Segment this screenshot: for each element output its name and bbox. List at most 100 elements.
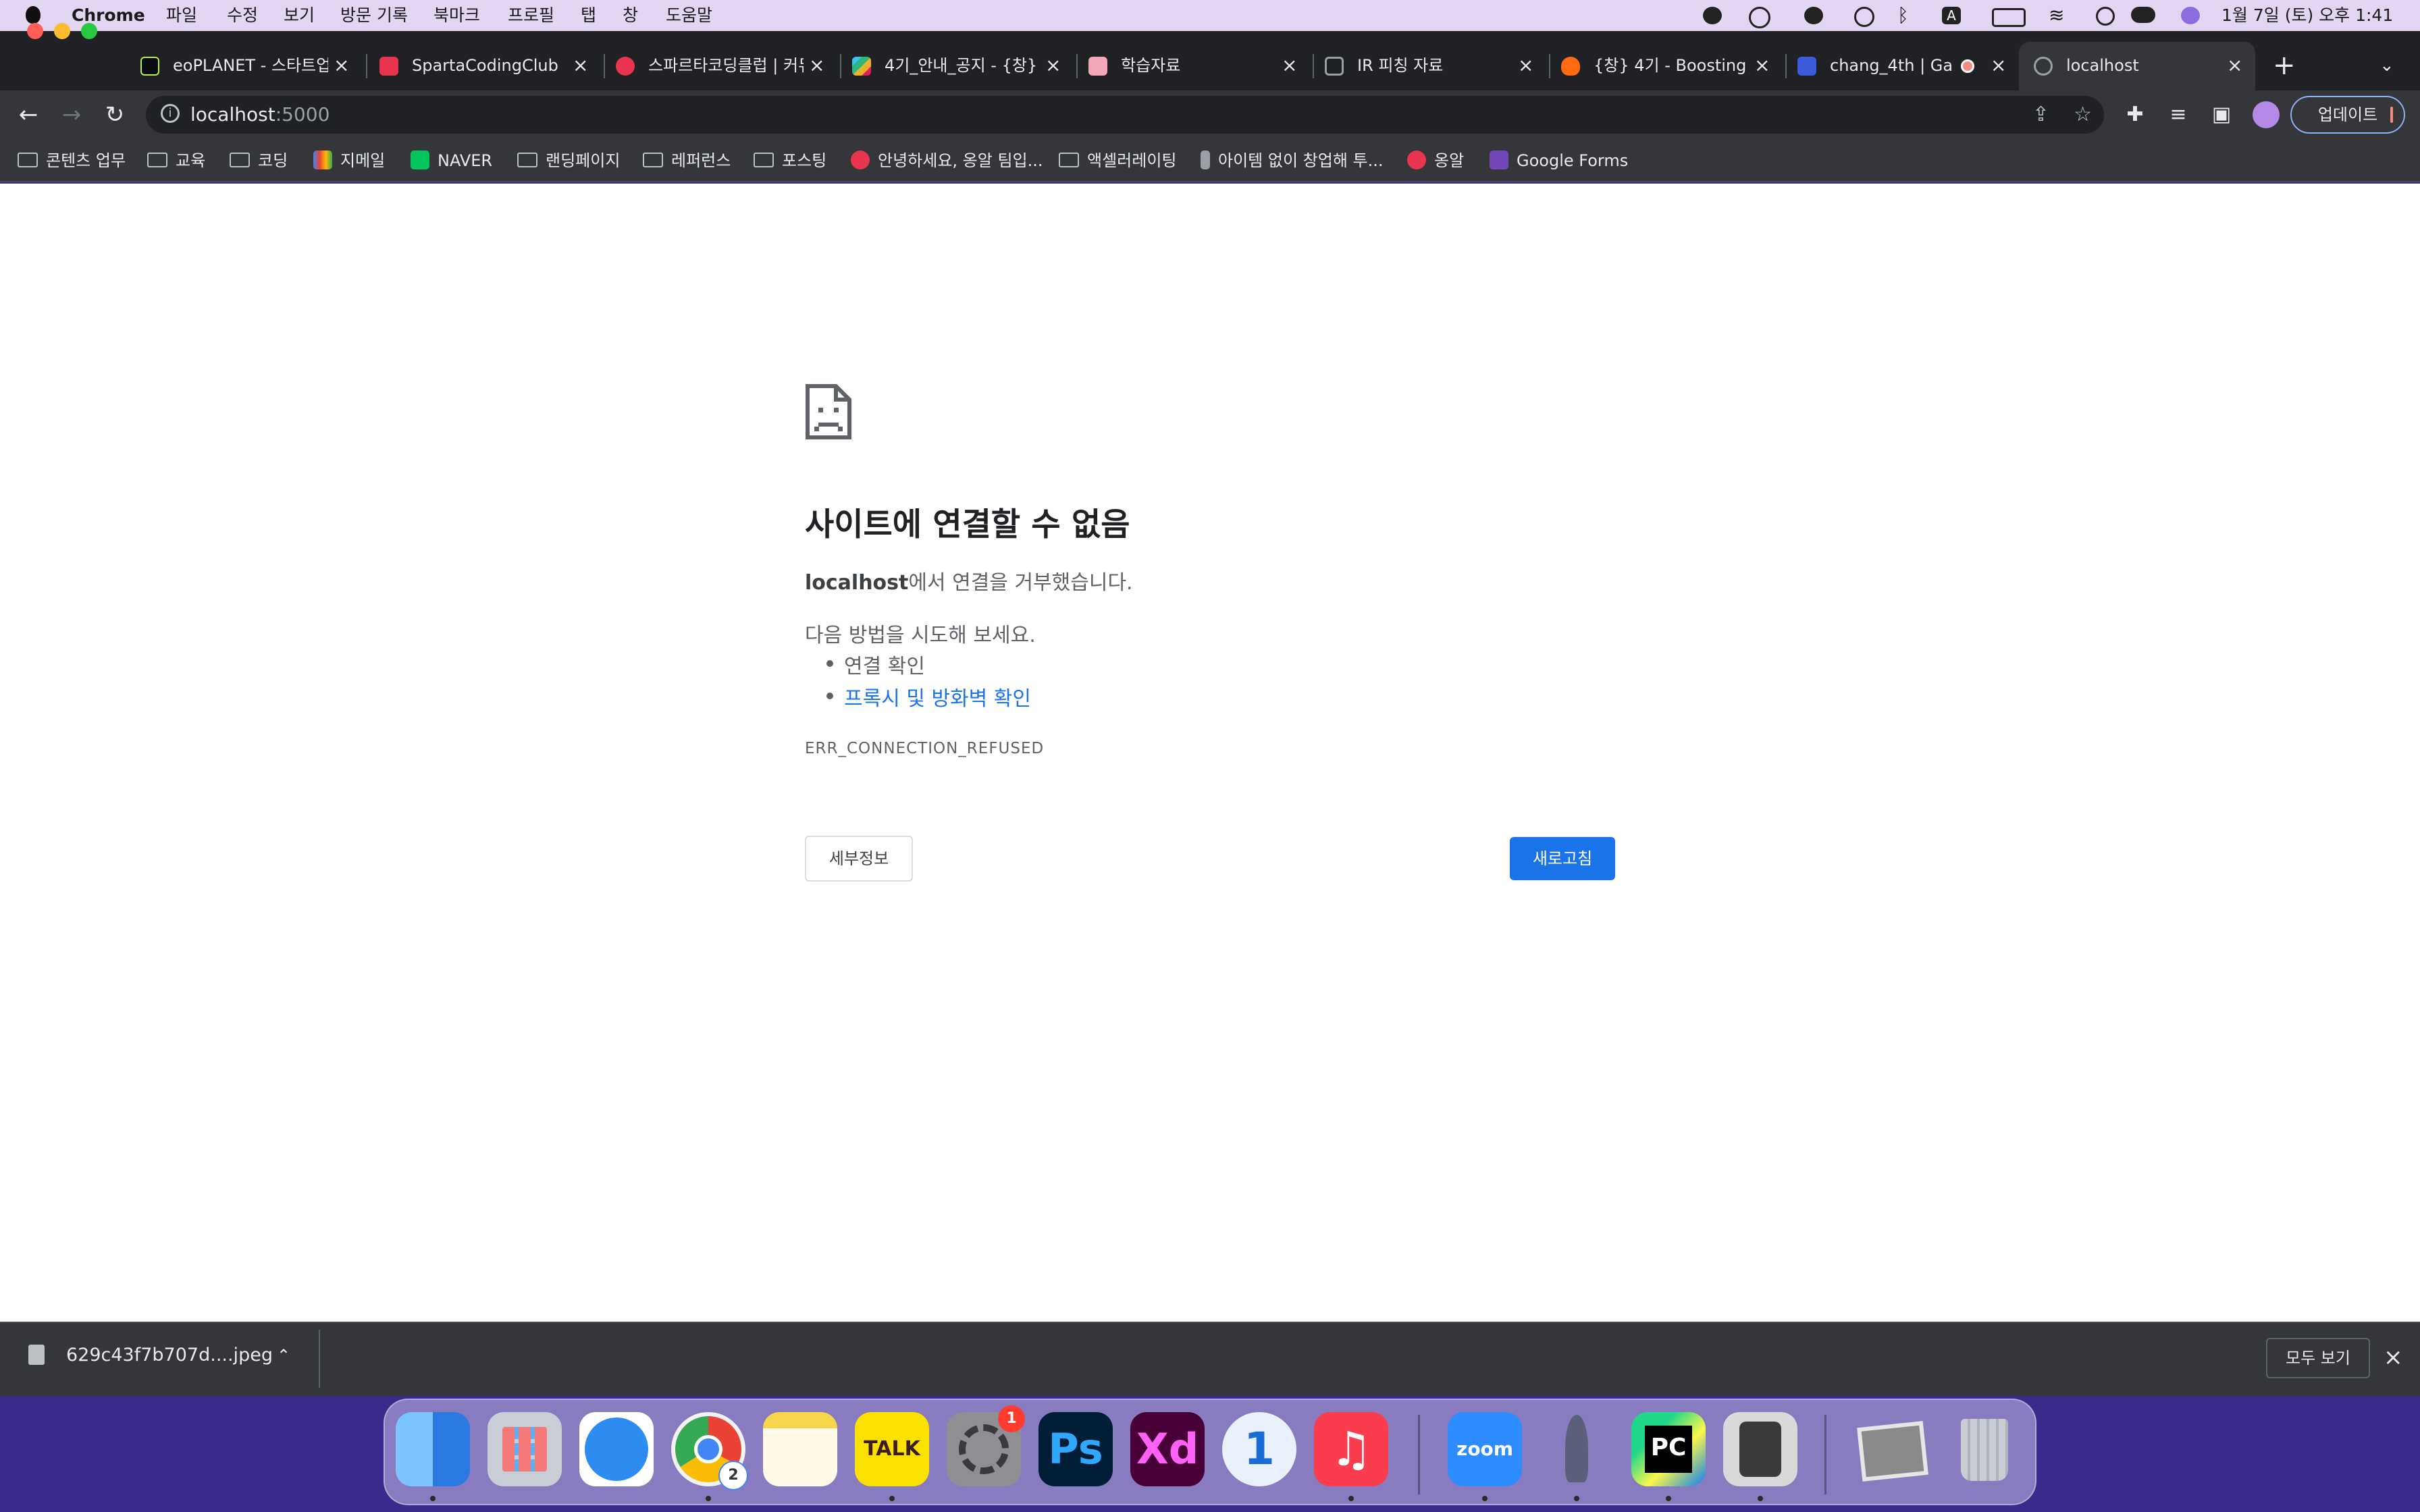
- menu-edit[interactable]: 수정: [227, 0, 258, 31]
- tab-boosting[interactable]: {창} 4기 - Boosting c ×: [1561, 49, 1777, 82]
- menu-clock[interactable]: 1월 7일 (토) 오후 1:41: [2221, 0, 2393, 31]
- bookmark-naver[interactable]: NAVER: [411, 139, 492, 182]
- reload-icon[interactable]: ↻: [96, 90, 134, 139]
- dock-zoom-icon[interactable]: zoom: [1448, 1412, 1522, 1486]
- suggestions-heading: 다음 방법을 시도해 보세요.: [805, 624, 1036, 647]
- tab-close-icon[interactable]: ×: [809, 49, 824, 82]
- tab-search-chevron-icon[interactable]: ⌄: [2379, 49, 2394, 82]
- forward-button[interactable]: →: [53, 90, 90, 139]
- naver-icon: [411, 151, 429, 169]
- window-zoom-button[interactable]: [81, 23, 97, 39]
- menu-file[interactable]: 파일: [166, 0, 197, 31]
- bookmark-ongal-team[interactable]: 안녕하세요, 옹알 팀입...: [851, 139, 1043, 182]
- url-text[interactable]: localhost:5000: [190, 96, 330, 134]
- bookmark-coding[interactable]: 코딩: [230, 139, 288, 182]
- tab-title: SpartaCodingClub: [412, 56, 558, 75]
- chat-status-icon[interactable]: [1804, 7, 1823, 24]
- address-bar[interactable]: i localhost:5000 ⇪ ☆: [146, 96, 2104, 134]
- dock-1password-icon[interactable]: 1: [1222, 1412, 1296, 1486]
- tab-close-icon[interactable]: ×: [2227, 49, 2242, 82]
- dock-music-icon[interactable]: ♫: [1314, 1412, 1388, 1486]
- spotlight-search-icon[interactable]: [2096, 7, 2115, 26]
- reading-list-icon[interactable]: ≡: [2159, 90, 2197, 139]
- extensions-puzzle-icon[interactable]: ✚: [2116, 90, 2154, 139]
- dock-trash-icon[interactable]: [1947, 1412, 2022, 1486]
- dock-rocket-icon[interactable]: [1540, 1412, 1614, 1486]
- dock-kakaotalk-icon[interactable]: TALK: [855, 1412, 929, 1486]
- bookmark-education[interactable]: 교육: [147, 139, 205, 182]
- download-file-name[interactable]: 629c43f7b707d....jpeg: [66, 1341, 273, 1370]
- suggestion-check-proxy-link[interactable]: 프록시 및 방화벽 확인: [826, 682, 1031, 711]
- play-icon[interactable]: [1854, 7, 1874, 27]
- dock-finder-icon[interactable]: [396, 1412, 470, 1486]
- dock-safari-icon[interactable]: [579, 1412, 654, 1486]
- tab-chang-4th[interactable]: chang_4th | Ga ×: [1797, 49, 2014, 82]
- menu-help[interactable]: 도움말: [666, 0, 712, 31]
- menu-view[interactable]: 보기: [284, 0, 315, 31]
- dock-preview-icon[interactable]: [1856, 1412, 1930, 1486]
- bookmark-ongal[interactable]: 옹알: [1407, 139, 1464, 182]
- tab-close-icon[interactable]: ×: [1282, 49, 1297, 82]
- suggestion-check-connection: 연결 확인: [826, 649, 925, 679]
- chevron-up-icon[interactable]: ⌃: [277, 1341, 290, 1370]
- details-button[interactable]: 세부정보: [805, 836, 913, 882]
- tab-separator: [1549, 54, 1550, 78]
- menu-window[interactable]: 창: [623, 0, 638, 31]
- share-icon[interactable]: ⇪: [2032, 103, 2049, 126]
- side-panel-icon[interactable]: ▣: [2203, 90, 2240, 139]
- dock-photoshop-icon[interactable]: Ps: [1038, 1412, 1113, 1486]
- bookmark-gmail[interactable]: 지메일: [313, 139, 385, 182]
- close-download-bar-icon[interactable]: ×: [2384, 1341, 2403, 1374]
- update-label: 업데이트: [2317, 105, 2378, 124]
- battery-icon[interactable]: [1992, 8, 2026, 27]
- dock-launchpad-icon[interactable]: [488, 1412, 562, 1486]
- show-all-downloads-button[interactable]: 모두 보기: [2266, 1338, 2370, 1378]
- control-center-icon[interactable]: [2131, 7, 2155, 23]
- reload-button[interactable]: 새로고침: [1510, 837, 1615, 880]
- tab-ir-pitching[interactable]: IR 피칭 자료 ×: [1325, 49, 1541, 82]
- tab-close-icon[interactable]: ×: [1991, 49, 2006, 82]
- tab-close-icon[interactable]: ×: [1045, 49, 1061, 82]
- tab-sparta-community[interactable]: 스파르타코딩클럽 | 커뮤 ×: [616, 49, 832, 82]
- dock-notes-icon[interactable]: [763, 1412, 837, 1486]
- tab-slack-notice[interactable]: 4기_안내_공지 - {창} ×: [852, 49, 1068, 82]
- bookmark-accelerating[interactable]: 액셀러레이팅: [1059, 139, 1176, 182]
- bookmark-content-work[interactable]: 콘텐츠 업무: [18, 139, 126, 182]
- bookmark-star-icon[interactable]: ☆: [2074, 103, 2092, 126]
- site-info-icon[interactable]: i: [161, 104, 180, 123]
- tab-close-icon[interactable]: ×: [1754, 49, 1770, 82]
- tab-eoplanet[interactable]: eoPLANET - 스타트업 ×: [140, 49, 357, 82]
- bookmark-landing-page[interactable]: 랜딩페이지: [517, 139, 620, 182]
- siri-icon[interactable]: [2181, 7, 2200, 24]
- menu-tab[interactable]: 탭: [581, 0, 596, 31]
- wifi-icon[interactable]: ≋: [2049, 0, 2064, 31]
- input-source-icon[interactable]: A: [1942, 7, 1961, 24]
- dock-pycharm-icon[interactable]: PC: [1631, 1412, 1706, 1486]
- tab-close-icon[interactable]: ×: [1518, 49, 1533, 82]
- apple-menu-icon[interactable]: [26, 6, 41, 24]
- new-tab-button[interactable]: +: [2273, 49, 2296, 82]
- tab-localhost[interactable]: localhost ×: [2034, 49, 2250, 82]
- bluetooth-icon[interactable]: ᛒ: [1897, 0, 1909, 31]
- dock-adobe-xd-icon[interactable]: Xd: [1130, 1412, 1205, 1486]
- bookmark-startup-article[interactable]: 아이템 없이 창업해 투...: [1201, 139, 1384, 182]
- menu-profile[interactable]: 프로필: [508, 0, 554, 31]
- menu-history[interactable]: 방문 기록: [340, 0, 408, 31]
- pen-icon: [1201, 151, 1210, 169]
- window-close-button[interactable]: [27, 23, 43, 39]
- window-minimize-button[interactable]: [54, 23, 70, 39]
- back-button[interactable]: ←: [9, 90, 47, 139]
- bookmark-posting[interactable]: 포스팅: [754, 139, 826, 182]
- tab-close-icon[interactable]: ×: [573, 49, 588, 82]
- tab-spartacodingclub[interactable]: SpartaCodingClub ×: [379, 49, 596, 82]
- bookmark-reference[interactable]: 레퍼런스: [643, 139, 731, 182]
- tab-close-icon[interactable]: ×: [334, 49, 349, 82]
- dock-calculator-icon[interactable]: [1723, 1412, 1797, 1486]
- creative-cloud-icon[interactable]: [1749, 7, 1770, 28]
- tab-learning-materials[interactable]: 학습자료 ×: [1088, 49, 1305, 82]
- zoom-status-icon[interactable]: [1703, 7, 1722, 24]
- update-button[interactable]: 업데이트: [2290, 96, 2405, 134]
- bookmark-google-forms[interactable]: Google Forms: [1490, 139, 1628, 182]
- menu-bookmarks[interactable]: 북마크: [433, 0, 480, 31]
- profile-avatar[interactable]: [2253, 101, 2280, 128]
